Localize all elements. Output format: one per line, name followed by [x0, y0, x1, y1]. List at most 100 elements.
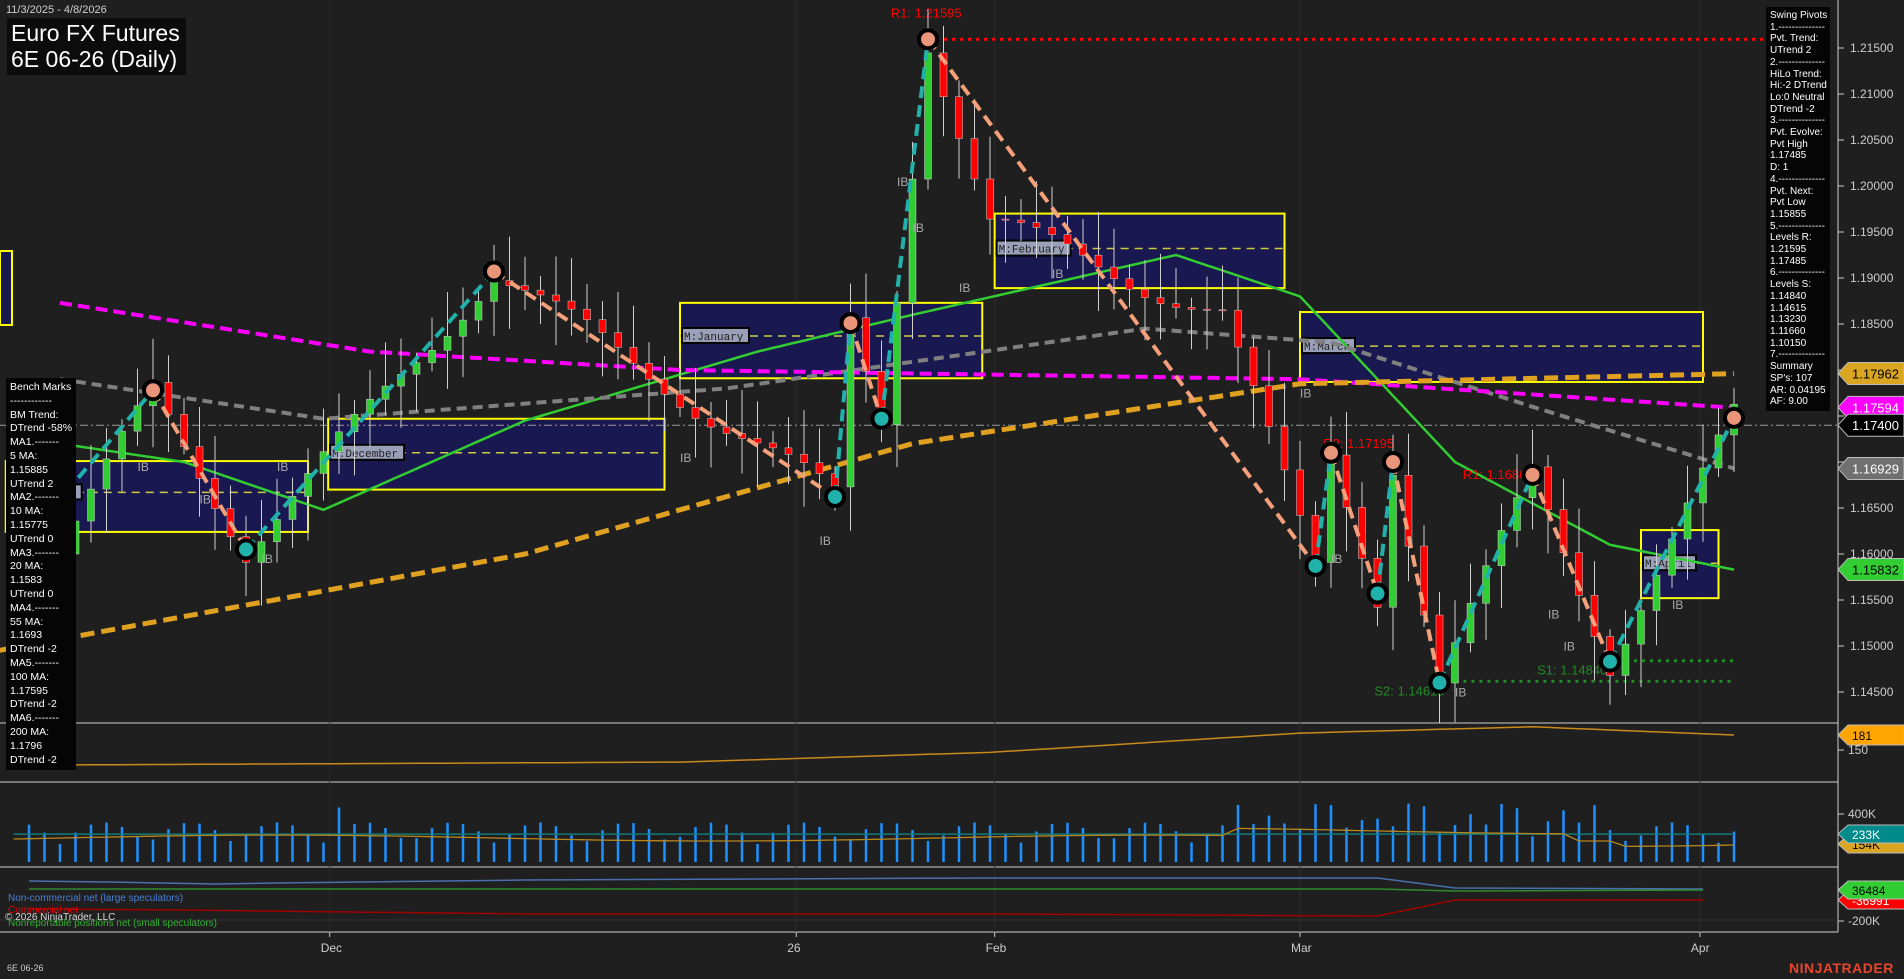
candle-body [1188, 307, 1195, 309]
swing-line: AF: 9.00 [1770, 396, 1826, 408]
time-axis-label: Dec [321, 941, 342, 955]
instrument-name: Euro FX Futures [11, 20, 180, 46]
vol-avg-badge-value: 233K [1852, 828, 1880, 842]
swing-low-marker [873, 410, 891, 428]
swing-down-leg [1533, 475, 1611, 662]
swing-line: HiLo Trend: [1770, 69, 1826, 81]
candle-body [1173, 304, 1180, 308]
candle-body [956, 97, 963, 139]
candle-body [801, 454, 808, 462]
swing-line: 1.13230 [1770, 314, 1826, 326]
candle-body [119, 431, 126, 459]
cot-noncommercial-line [29, 878, 1703, 889]
ib-label: IB [1564, 640, 1575, 654]
candle-body [429, 350, 436, 362]
ib-label: IB [1331, 552, 1342, 566]
swing-high-marker [1322, 444, 1340, 462]
swing-low-marker [1431, 674, 1449, 692]
swing-high-marker [1524, 466, 1542, 484]
candle-body [1281, 427, 1288, 470]
candle-body [1405, 475, 1412, 546]
swing-line: Pvt Low [1770, 197, 1826, 209]
candle-body [568, 301, 575, 309]
price-badge-value: 1.17962 [1852, 366, 1899, 381]
ib-label: IB [897, 175, 908, 189]
swing-line: 5.-------------- [1770, 221, 1826, 233]
bench-line: UTrend 0 [10, 588, 72, 602]
candle-body [1018, 220, 1025, 223]
swing-line: 2.-------------- [1770, 57, 1826, 69]
candle-body [1064, 235, 1071, 244]
cot-commercial-line [29, 900, 1703, 916]
swing-line: Pvt. Evolve: [1770, 127, 1826, 139]
bench-line: DTrend -58% [10, 422, 72, 436]
price-axis-label: 1.20500 [1850, 133, 1894, 147]
candle-body [1095, 255, 1102, 267]
bench-line: MA3.------- [10, 547, 72, 561]
price-badge-value: 1.17400 [1852, 418, 1899, 433]
candle-body [770, 443, 777, 448]
bench-line: 5 MA: [10, 450, 72, 464]
ib-label: IB [1672, 598, 1683, 612]
candle-body [971, 139, 978, 179]
swing-line: D: 1 [1770, 162, 1826, 174]
level-label: R1: 1.21595 [891, 5, 962, 20]
candle-body [987, 179, 994, 219]
osc-badge-value: 181 [1852, 729, 1872, 743]
monthly-box-label: M:January [684, 332, 744, 344]
swing-low-marker [1307, 557, 1325, 575]
swing-line: 1.21595 [1770, 244, 1826, 256]
candle-body [1219, 310, 1226, 311]
candle-body [1653, 575, 1660, 610]
bench-line: DTrend -2 [10, 754, 72, 768]
price-chart[interactable]: Dec26FebMarApr1.215001.210001.205001.200… [0, 0, 1904, 979]
bench-line: Bench Marks [10, 381, 72, 395]
bench-line: ------------ [10, 395, 72, 409]
candle-body [460, 320, 467, 336]
price-axis-label: 1.15500 [1850, 593, 1894, 607]
candle-body [1033, 223, 1040, 228]
time-axis-label: Feb [986, 941, 1007, 955]
bench-line: UTrend 0 [10, 533, 72, 547]
bench-line: 55 MA: [10, 616, 72, 630]
candle-body [677, 394, 684, 407]
ninjatrader-logo: NINJATRADER [1789, 960, 1894, 976]
time-axis-label: Apr [1691, 941, 1710, 955]
monthly-value-area-box [0, 251, 12, 325]
bench-line: 1.1583 [10, 574, 72, 588]
swing-low-marker [826, 488, 844, 506]
swing-line: Summary [1770, 361, 1826, 373]
cot-axis-label: -200K [1848, 914, 1880, 928]
swing-high-marker [919, 30, 937, 48]
swing-line: 1.11660 [1770, 326, 1826, 338]
swing-high-marker [842, 314, 860, 332]
swing-line: UTrend 2 [1770, 45, 1826, 57]
cot-nonreportable-legend: Nonreportable positions net (small specu… [8, 918, 217, 929]
candle-body [1266, 386, 1273, 427]
candle-body [1638, 611, 1645, 645]
candle-body [692, 408, 699, 419]
time-axis-label: Mar [1291, 941, 1312, 955]
swing-low-marker [1369, 585, 1387, 603]
symbol-label: 6E 06-26 [7, 963, 44, 973]
candle-body [1049, 227, 1056, 234]
candle-body [1452, 643, 1459, 683]
cot-noncommercial-legend: Non-commercial net (large speculators) [8, 893, 183, 904]
ib-label: IB [200, 492, 211, 506]
candle-body [1235, 310, 1242, 347]
volume-ma-line [14, 828, 1735, 846]
candle-body [274, 519, 281, 541]
swing-high-marker [1725, 409, 1743, 427]
candle-body [553, 295, 560, 301]
price-badge-value: 1.16929 [1852, 462, 1899, 477]
price-axis-label: 1.21500 [1850, 41, 1894, 55]
ib-label: IB [262, 552, 273, 566]
swing-pivots-panel: Swing Pivots1.--------------Pvt. Trend:U… [1766, 7, 1830, 411]
ib-label: IB [913, 221, 924, 235]
ib-label: IB [277, 460, 288, 474]
ib-label: IB [1455, 686, 1466, 700]
candle-body [599, 320, 606, 333]
date-range: 11/3/2025 - 4/8/2026 [6, 4, 107, 16]
swing-line: 1.10150 [1770, 338, 1826, 350]
bench-line: MA4.------- [10, 602, 72, 616]
